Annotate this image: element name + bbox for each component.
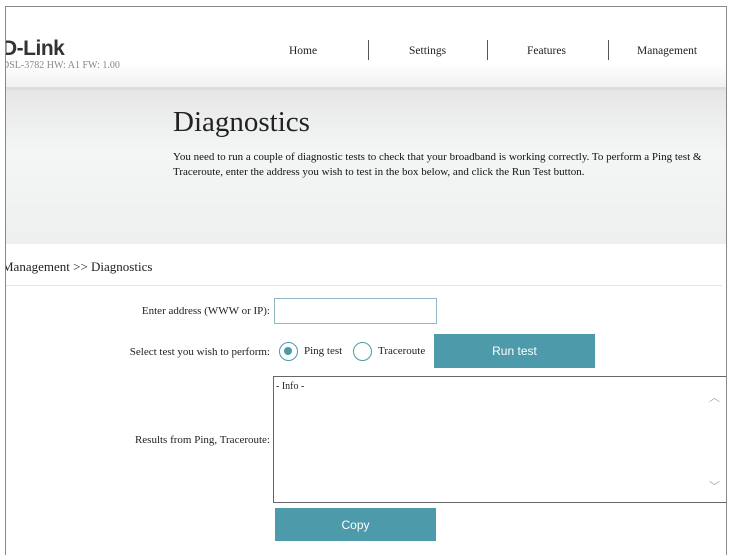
nav-management[interactable]: Management (637, 45, 697, 57)
nav-divider (487, 40, 488, 60)
ping-label[interactable]: Ping test (304, 345, 342, 357)
results-textarea[interactable]: - Info - ︿ ﹀ (273, 376, 726, 503)
copy-button[interactable]: Copy (275, 508, 436, 541)
page-title: Diagnostics (173, 106, 310, 138)
test-label: Select test you wish to perform: (129, 346, 270, 358)
page-frame: D-Link DSL-3782 HW: A1 FW: 1.00 Home Set… (5, 6, 727, 555)
nav-home[interactable]: Home (289, 45, 317, 57)
results-label: Results from Ping, Traceroute: (134, 434, 270, 446)
address-label: Enter address (WWW or IP): (141, 305, 270, 317)
dlink-logo: D-Link (5, 37, 65, 60)
ping-radio[interactable] (279, 342, 298, 361)
run-test-button[interactable]: Run test (434, 334, 595, 368)
results-text: - Info - (276, 381, 305, 392)
scroll-up-icon[interactable]: ︿ (709, 389, 720, 405)
scroll-down-icon[interactable]: ﹀ (709, 478, 720, 494)
model-info: DSL-3782 HW: A1 FW: 1.00 (5, 60, 120, 71)
banner: Diagnostics You need to run a couple of … (6, 87, 726, 244)
address-input[interactable] (274, 298, 437, 324)
nav-features[interactable]: Features (527, 45, 566, 57)
nav-settings[interactable]: Settings (409, 45, 446, 57)
traceroute-radio[interactable] (353, 342, 372, 361)
page-description: You need to run a couple of diagnostic t… (173, 151, 702, 178)
nav-divider (368, 40, 369, 60)
breadcrumb: Management >> Diagnostics (6, 244, 722, 286)
traceroute-label[interactable]: Traceroute (378, 345, 425, 357)
nav-divider (608, 40, 609, 60)
header: D-Link DSL-3782 HW: A1 FW: 1.00 Home Set… (6, 7, 726, 87)
